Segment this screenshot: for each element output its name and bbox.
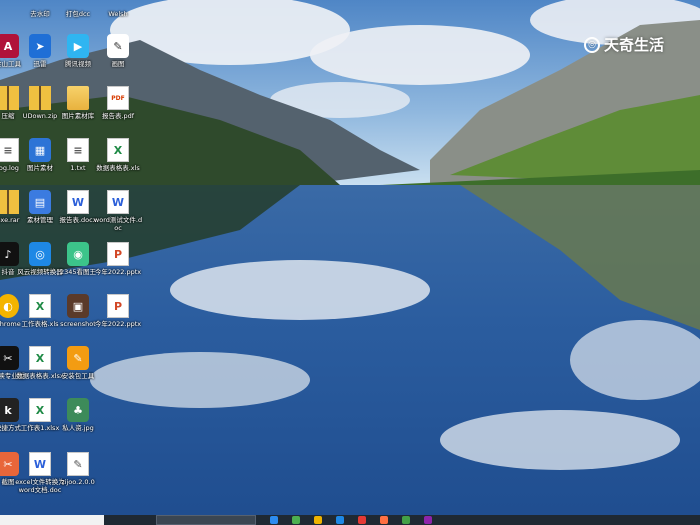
taskbar-app-icon[interactable]: [358, 516, 366, 524]
app-icon: ✎: [107, 34, 129, 58]
desktop-icon-label: word测试文件.doc: [93, 216, 143, 232]
app-icon: ▦: [29, 138, 51, 162]
powerpoint-file-icon: P: [107, 294, 129, 318]
desktop-icon-label: 安装包工具: [61, 372, 95, 380]
excel-spreadsheet-icon: X: [29, 294, 51, 318]
taskbar-app-icon[interactable]: [270, 516, 278, 524]
desktop[interactable]: ◎ 天奇生活 去水印打包dccWelsh A金山工具➤迅雷▶腾讯视频✎画图压缩U…: [0, 0, 700, 525]
desktop-icon[interactable]: ✎ zijoo.2.0.0: [52, 452, 104, 486]
app-icon: ➤: [29, 34, 51, 58]
taskbar-app-icon[interactable]: [292, 516, 300, 524]
taskbar-app-icon[interactable]: [314, 516, 322, 524]
app-icon: ▣: [67, 294, 89, 318]
folder-icon: [67, 86, 89, 110]
desktop-icon-label: 今年2022.pptx: [94, 320, 142, 328]
powerpoint-file-icon: P: [107, 242, 129, 266]
taskbar-app-icon[interactable]: [336, 516, 344, 524]
excel-spreadsheet-icon: X: [107, 138, 129, 162]
pdf-file-icon: PDF: [107, 86, 129, 110]
desktop-icon[interactable]: Wword测试文件.doc: [92, 190, 144, 232]
document-icon: ≡: [67, 138, 89, 162]
desktop-icon[interactable]: Welsh: [92, 0, 144, 20]
desktop-icon-label: 画图: [111, 60, 125, 68]
desktop-icon-label: 报告表.pdf: [101, 112, 135, 120]
desktop-icon[interactable]: X 数据表格表.xls: [92, 138, 144, 172]
excel-spreadsheet-icon: X: [29, 346, 51, 370]
app-icon: ◉: [67, 242, 89, 266]
word-document-icon: W: [67, 190, 89, 214]
start-button[interactable]: [0, 515, 104, 525]
word-document-icon: W: [29, 452, 51, 476]
excel-spreadsheet-icon: X: [29, 398, 51, 422]
app-icon: ✎: [67, 346, 89, 370]
word-document-icon: W: [107, 190, 129, 214]
desktop-icon[interactable]: P 今年2022.pptx: [92, 294, 144, 328]
watermark-text: 天奇生活: [604, 36, 665, 54]
desktop-icon-label: 今年2022.pptx: [94, 268, 142, 276]
taskbar-app-icon[interactable]: [424, 516, 432, 524]
desktop-icon-label: zijoo.2.0.0: [61, 478, 95, 486]
desktop-icon[interactable]: PDF 报告表.pdf: [92, 86, 144, 120]
desktop-icon-label: Welsh: [108, 10, 128, 18]
app-icon: ♣: [67, 398, 89, 422]
watermark-logo-icon: ◎: [584, 36, 600, 53]
app-icon: ▤: [29, 190, 51, 214]
desktop-icon-label: 数据表格表.xls: [96, 164, 140, 172]
desktop-icon[interactable]: ✎ 安装包工具: [52, 346, 104, 380]
desktop-icon-label: 私人资.jpg: [62, 424, 94, 432]
taskbar-app-icon[interactable]: [402, 516, 410, 524]
taskbar: [0, 515, 700, 525]
watermark: ◎ 天奇生活: [584, 34, 664, 55]
archive-icon: [29, 86, 51, 110]
app-icon: ▶: [67, 34, 89, 58]
taskbar-search-box[interactable]: [156, 515, 256, 525]
desktop-icon[interactable]: ✎ 画图: [92, 34, 144, 68]
document-icon: ✎: [67, 452, 89, 476]
desktop-icon[interactable]: ♣ 私人资.jpg: [52, 398, 104, 432]
taskbar-app-icon[interactable]: [380, 516, 388, 524]
app-icon: ◎: [29, 242, 51, 266]
desktop-icon[interactable]: P 今年2022.pptx: [92, 242, 144, 276]
